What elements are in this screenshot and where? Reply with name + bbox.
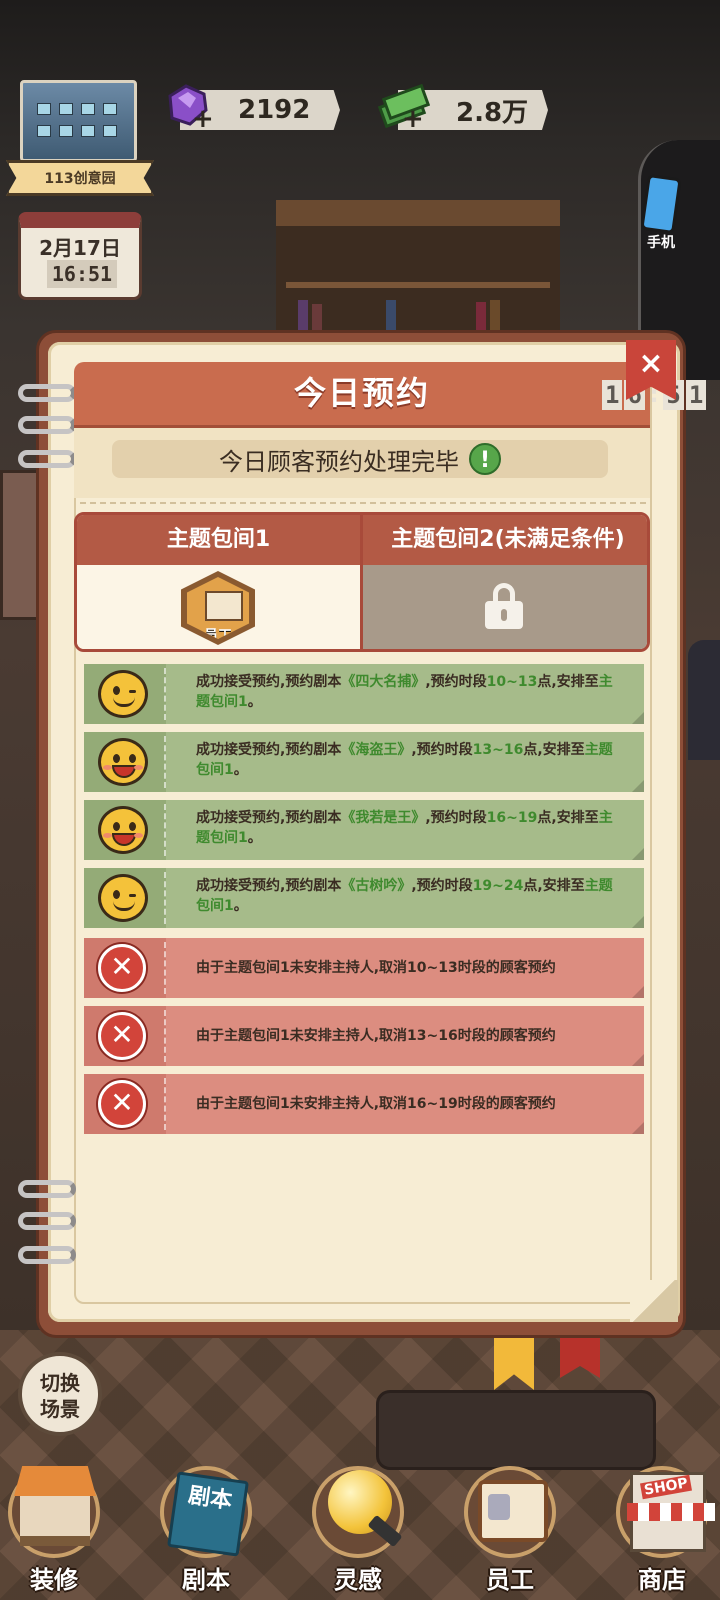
nav-label: 灵感 (334, 1566, 382, 1594)
cancel-x-icon: ✕ (98, 1080, 146, 1128)
status-message: 今日顾客预约处理完毕 ! (112, 440, 608, 478)
panel-title: 今日预约 (293, 374, 430, 412)
sofa (376, 1390, 656, 1470)
nav-label: 员工 (486, 1566, 534, 1594)
switch-scene-label: 场景 (40, 1397, 80, 1421)
phone-icon (640, 173, 682, 235)
cancel-x-icon: ✕ (98, 1012, 146, 1060)
binder-ring-icon (18, 1246, 76, 1264)
binder-ring-icon (18, 450, 76, 468)
calendar-widget: 2月17日 16:51 (18, 212, 142, 300)
log-message: 由于主题包间1未安排主持人,取消13~16时段的顾客预约 (196, 1028, 556, 1044)
shop-icon: SHOP (627, 1472, 715, 1552)
shop-sign-text: SHOP (639, 1474, 692, 1500)
log-item: 成功接受预约,预约剧本《古树吟》,预约时段19~24点,安排至主题包间1。 (84, 868, 644, 928)
nav-shop[interactable]: SHOP 商店 (612, 1466, 715, 1600)
wink-face-icon (98, 670, 148, 718)
dashed-divider (80, 502, 646, 504)
log-item: 成功接受预约,预约剧本《我若是王》,预约时段16~19点,安排至主题包间1。 (84, 800, 644, 860)
binder-ring-icon (18, 384, 76, 402)
building-thumbnail[interactable] (20, 80, 137, 162)
npc-character (688, 640, 720, 760)
binder-ring-icon (18, 1212, 76, 1230)
log-item: ✕ 由于主题包间1未安排主持人,取消13~16时段的顾客预约 (84, 1006, 644, 1066)
nav-staff[interactable]: 员工 (460, 1466, 560, 1600)
staff-badge-label: 员工 (204, 628, 232, 644)
log-message: 成功接受预约,预约剧本《四大名捕》,预约时段10~13点,安排至主题包间1。 (196, 674, 613, 710)
binder-ring-icon (18, 416, 76, 434)
location-name: 113创意园 (6, 160, 154, 196)
page-curl (630, 1280, 678, 1322)
nav-renovate[interactable]: 装修 (4, 1466, 104, 1600)
phone-label: 手机 (647, 235, 675, 251)
nav-label: 商店 (638, 1566, 686, 1594)
nav-inspiration[interactable]: 灵感 (308, 1466, 408, 1600)
log-message: 由于主题包间1未安排主持人,取消16~19时段的顾客预约 (196, 1096, 556, 1112)
nav-label: 剧本 (182, 1566, 230, 1594)
cash-amount: 2.8万 (456, 97, 529, 128)
tab-room-1[interactable]: 主题包间1 (77, 515, 360, 565)
exclamation-icon: ! (469, 443, 501, 475)
inspiration-bulb-icon (328, 1470, 392, 1534)
room-1-slot[interactable]: 员工 (77, 565, 360, 649)
happy-face-icon (98, 738, 148, 786)
wall-decoration (0, 470, 40, 620)
log-item: 成功接受预约,预约剧本《四大名捕》,预约时段10~13点,安排至主题包间1。 (84, 664, 644, 724)
lock-icon (485, 583, 523, 629)
log-message: 成功接受预约,预约剧本《我若是王》,预约时段16~19点,安排至主题包间1。 (196, 810, 613, 846)
switch-scene-button[interactable]: 切换 场景 (18, 1352, 102, 1436)
panel-header: 今日预约 1 6 : 5 1 (74, 362, 707, 428)
calendar-time: 16:51 (47, 260, 117, 288)
status-bar: 今日顾客预约处理完毕 ! (74, 428, 650, 498)
log-message: 成功接受预约,预约剧本《古树吟》,预约时段19~24点,安排至主题包间1。 (196, 878, 613, 914)
log-item: ✕ 由于主题包间1未安排主持人,取消16~19时段的顾客预约 (84, 1074, 644, 1134)
log-message: 成功接受预约,预约剧本《海盗王》,预约时段13~16点,安排至主题包间1。 (196, 742, 613, 778)
add-gems-icon[interactable]: + (192, 104, 214, 134)
add-cash-icon[interactable]: + (402, 104, 424, 134)
phone-button[interactable]: 手机 (636, 173, 686, 251)
bookshelf (276, 200, 560, 340)
script-book-icon: 剧本 (167, 1471, 249, 1557)
nav-label: 装修 (30, 1566, 78, 1594)
renovate-house-icon (20, 1480, 90, 1546)
status-text: 今日顾客预约处理完毕 (219, 447, 459, 476)
log-message: 由于主题包间1未安排主持人,取消10~13时段的顾客预约 (196, 960, 556, 976)
tab-room-2[interactable]: 主题包间2(未满足条件) (363, 515, 647, 565)
clock-digit: 1 (685, 380, 707, 410)
clock-digit: 1 (602, 380, 623, 410)
binder-ring-icon (18, 1180, 76, 1198)
happy-face-icon (98, 806, 148, 854)
staff-card-icon (478, 1480, 548, 1542)
log-item: 成功接受预约,预约剧本《海盗王》,预约时段13~16点,安排至主题包间1。 (84, 732, 644, 792)
room-table: 主题包间1 主题包间2(未满足条件) 员工 (74, 512, 650, 652)
gem-amount: 2192 (238, 95, 311, 125)
staff-badge-icon[interactable]: 员工 (181, 571, 255, 645)
room-2-slot (363, 565, 647, 649)
switch-scene-label: 切换 (40, 1371, 80, 1395)
log-item: ✕ 由于主题包间1未安排主持人,取消10~13时段的顾客预约 (84, 938, 644, 998)
calendar-date: 2月17日 (39, 236, 121, 260)
wink-face-icon (98, 874, 148, 922)
nav-script[interactable]: 剧本 剧本 (156, 1466, 256, 1600)
cancel-x-icon: ✕ (98, 944, 146, 992)
